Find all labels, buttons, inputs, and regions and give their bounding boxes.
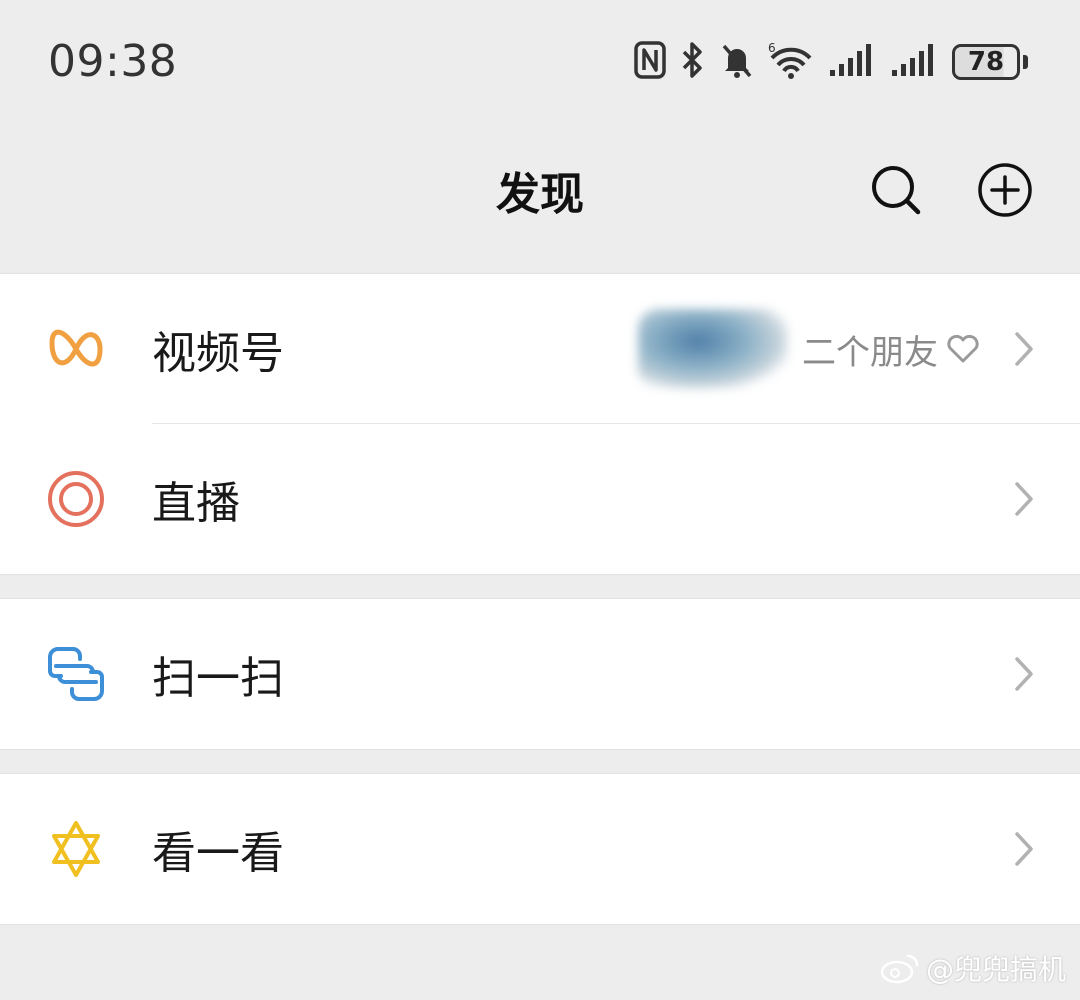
status-time: 09:38 bbox=[48, 36, 178, 87]
battery-level: 78 bbox=[967, 47, 1005, 77]
battery-cap bbox=[1023, 55, 1028, 69]
heart-icon bbox=[946, 334, 980, 364]
search-icon bbox=[872, 166, 921, 215]
search-button[interactable] bbox=[866, 160, 926, 220]
chevron-right-icon bbox=[1012, 829, 1036, 869]
signal-icon bbox=[828, 40, 876, 84]
scan-icon bbox=[44, 642, 108, 706]
mute-icon bbox=[720, 40, 754, 84]
menu-item-label: 视频号 bbox=[152, 328, 284, 379]
top-stories-icon bbox=[44, 817, 108, 881]
chevron-right-icon bbox=[1012, 329, 1036, 369]
channels-icon bbox=[44, 317, 108, 381]
friends-like-text: 二个朋友 bbox=[802, 332, 938, 373]
svg-text:6: 6 bbox=[768, 41, 776, 55]
bluetooth-icon bbox=[680, 40, 706, 84]
channels-friends-hint: 二个朋友 bbox=[638, 309, 980, 389]
menu-group-channels-live: 视频号 二个朋友 直播 bbox=[0, 273, 1080, 575]
chevron-right-icon bbox=[1012, 479, 1036, 519]
live-icon bbox=[44, 467, 108, 531]
menu-group-scan: 扫一扫 bbox=[0, 598, 1080, 750]
weibo-icon bbox=[880, 952, 920, 984]
chevron-right-icon bbox=[1012, 654, 1036, 694]
nav-bar: 发现 bbox=[0, 120, 1080, 272]
menu-group-top-stories: 看一看 bbox=[0, 773, 1080, 925]
menu-item-top-stories[interactable]: 看一看 bbox=[0, 774, 1080, 924]
menu-item-live[interactable]: 直播 bbox=[0, 424, 1080, 574]
watermark: @兜兜搞机 bbox=[880, 948, 1066, 988]
menu-item-scan[interactable]: 扫一扫 bbox=[0, 599, 1080, 749]
signal-icon bbox=[890, 40, 938, 84]
watermark-text: @兜兜搞机 bbox=[925, 953, 1066, 986]
menu-item-label: 看一看 bbox=[152, 828, 284, 879]
battery-icon: 78 bbox=[952, 44, 1020, 80]
wifi-icon: 6 bbox=[768, 40, 814, 84]
add-button[interactable] bbox=[975, 160, 1035, 220]
add-icon bbox=[978, 163, 1032, 217]
status-icons: 6 78 bbox=[620, 40, 1028, 84]
menu-item-channels[interactable]: 视频号 二个朋友 bbox=[0, 274, 1080, 424]
friend-avatar-blurred bbox=[638, 309, 788, 389]
menu-item-label: 扫一扫 bbox=[152, 653, 284, 704]
menu-item-label: 直播 bbox=[152, 478, 240, 529]
nfc-icon bbox=[634, 40, 666, 84]
status-bar: 09:38 6 78 bbox=[0, 0, 1080, 120]
